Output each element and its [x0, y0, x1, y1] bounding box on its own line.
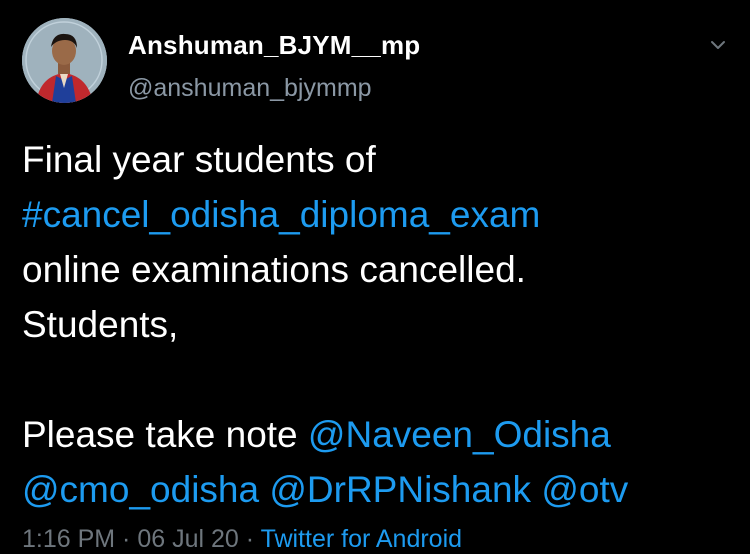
more-options-button[interactable]	[703, 30, 733, 60]
hashtag-link[interactable]: #cancel_odisha_diploma_exam	[22, 187, 742, 242]
tweet-line: online examinations cancelled.	[22, 249, 526, 290]
meta-separator: ·	[115, 525, 138, 553]
tweet-text: Final year students of #cancel_odisha_di…	[22, 132, 742, 517]
display-name[interactable]: Anshuman_BJYM__mp	[128, 30, 420, 61]
tweet: Anshuman_BJYM__mp @anshuman_bjymmp Final…	[0, 0, 750, 553]
tweet-source-link[interactable]: Twitter for Android	[261, 525, 462, 553]
tweet-line: Students,	[22, 304, 179, 345]
mention-link[interactable]: @otv	[541, 469, 628, 510]
tweet-date[interactable]: 06 Jul 20	[137, 525, 238, 553]
tweet-line-text: Please take note	[22, 414, 308, 455]
avatar-image	[22, 18, 107, 103]
tweet-time[interactable]: 1:16 PM	[22, 525, 115, 553]
avatar[interactable]	[22, 18, 107, 103]
mention-link[interactable]: @cmo_odisha	[22, 469, 259, 510]
mention-link[interactable]: @DrRPNishank	[269, 469, 531, 510]
tweet-line: @cmo_odisha @DrRPNishank @otv	[22, 462, 742, 517]
tweet-line: Please take note @Naveen_Odisha	[22, 407, 742, 462]
user-handle[interactable]: @anshuman_bjymmp	[128, 74, 372, 103]
tweet-line: Final year students of	[22, 139, 376, 180]
mention-link[interactable]: @Naveen_Odisha	[308, 414, 611, 455]
meta-separator: ·	[238, 525, 261, 553]
chevron-down-icon	[711, 41, 725, 49]
